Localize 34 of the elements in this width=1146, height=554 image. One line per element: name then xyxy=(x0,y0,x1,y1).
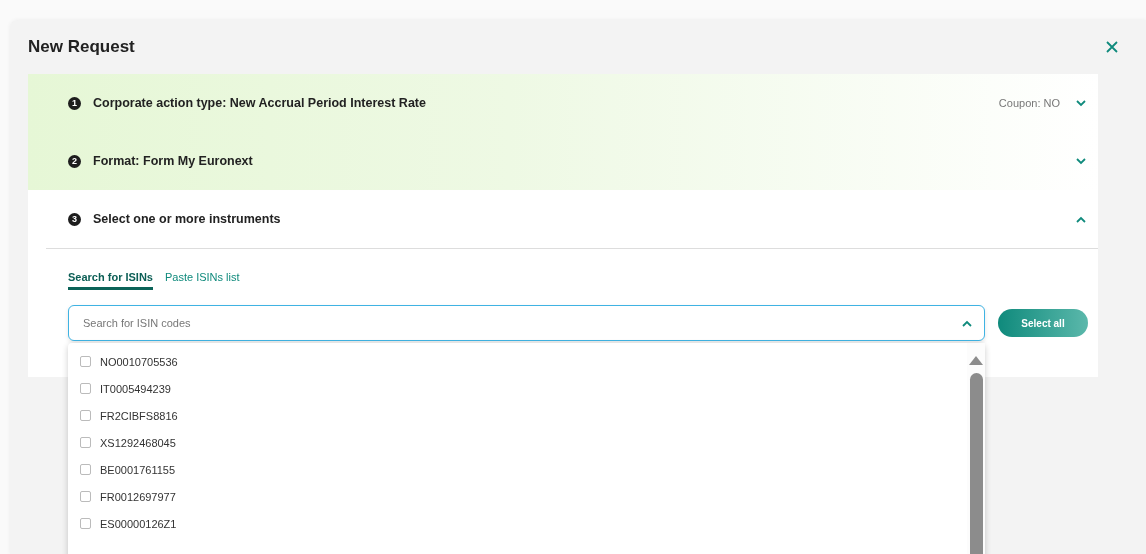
step-header[interactable]: 3 Select one or more instruments xyxy=(28,190,1098,248)
tab[interactable]: Paste ISINs list xyxy=(165,271,240,290)
chevron-icon[interactable] xyxy=(1076,99,1086,107)
step-title: Corporate action type: New Accrual Period Interest Rate xyxy=(93,96,427,110)
isin-code[interactable]: FR2CIBFS8816 xyxy=(100,409,178,422)
step-number: 2 xyxy=(68,154,81,168)
step-title: Select one or more instruments xyxy=(93,212,282,226)
chevron-icon[interactable] xyxy=(1076,157,1086,165)
tab[interactable]: Search for ISINs xyxy=(68,271,153,290)
isin-code[interactable]: ES00000126Z1 xyxy=(100,517,177,530)
isin-code[interactable]: FR0012697977 xyxy=(100,490,176,503)
isin-code[interactable]: XS1292468045 xyxy=(100,436,176,449)
isin-code[interactable]: BE0001761155 xyxy=(100,463,176,476)
dialog-title: New Request xyxy=(28,37,135,57)
checkbox[interactable] xyxy=(80,356,91,367)
close-icon[interactable] xyxy=(1106,41,1118,53)
isin-code[interactable]: IT0005494239 xyxy=(100,382,171,395)
chevron-icon[interactable] xyxy=(962,319,972,327)
checkbox[interactable] xyxy=(80,518,91,529)
step-summary: Coupon: NO xyxy=(998,97,1060,109)
scrollbar-thumb[interactable] xyxy=(969,373,983,554)
isin-code[interactable]: NO0010705536 xyxy=(100,355,178,368)
checkbox[interactable] xyxy=(80,464,91,475)
checkbox[interactable] xyxy=(80,491,91,502)
step-number: 1 xyxy=(68,96,81,110)
search-field[interactable]: Search for ISIN codes xyxy=(68,305,985,341)
scrollbar[interactable] xyxy=(967,343,985,554)
step-title: Format: Form My Euronext xyxy=(93,154,254,168)
chevron-icon[interactable] xyxy=(1076,215,1086,223)
checkbox[interactable] xyxy=(80,437,91,448)
checkbox[interactable] xyxy=(80,410,91,421)
checkbox[interactable] xyxy=(80,383,91,394)
search-input[interactable]: Search for ISIN codes xyxy=(81,316,962,330)
scroll-up-icon[interactable] xyxy=(969,356,983,365)
